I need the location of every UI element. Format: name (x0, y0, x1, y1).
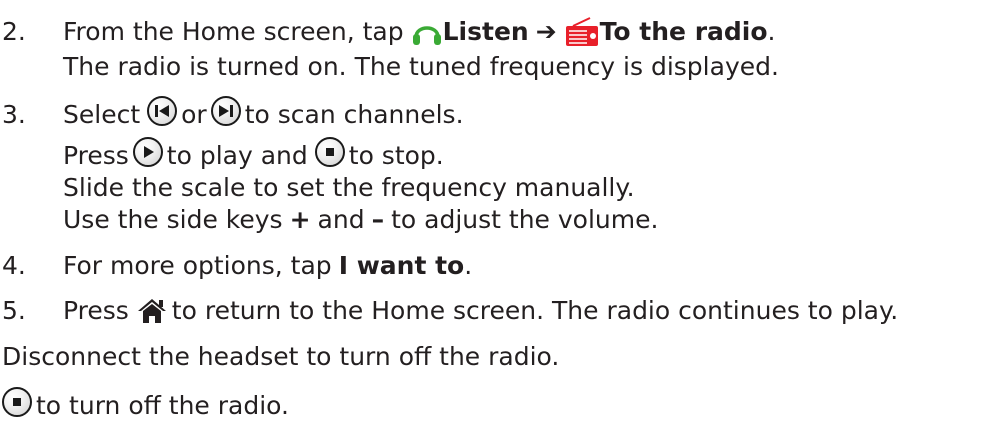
step-3-line-2: Press to play and to stop. (63, 137, 444, 171)
plus-key: + (289, 205, 311, 234)
radio-icon (564, 17, 600, 47)
play-icon (132, 137, 163, 167)
stop-text: to stop. (348, 141, 444, 170)
step-number: 5. (2, 296, 26, 325)
volume-text-a: Use the side keys (63, 205, 283, 234)
stop-icon (314, 137, 345, 167)
arrow: ➔ (535, 17, 557, 46)
step-text: From the Home screen, tap (63, 17, 404, 46)
stop-note-text: to turn off the radio. (36, 391, 289, 420)
play-text: to play and (166, 141, 308, 170)
to-the-radio-label: To the radio (599, 17, 768, 46)
stop-note: to turn off the radio. (2, 387, 289, 421)
step-3-line-4: Use the side keys + and – to adjust the … (63, 205, 658, 235)
listen-label: Listen (442, 17, 529, 46)
home-icon (136, 296, 168, 326)
step-number: 4. (2, 251, 26, 280)
press-text: Press (63, 141, 129, 170)
previous-icon (147, 96, 178, 126)
disconnect-note: Disconnect the headset to turn off the r… (2, 342, 560, 371)
i-want-to-label: I want to (338, 251, 465, 280)
and-text: and (317, 205, 365, 234)
options-text: For more options, tap (63, 251, 332, 280)
press-text: Press (63, 296, 129, 325)
step-number: 3. (2, 100, 26, 129)
step-number: 2. (2, 17, 26, 46)
headset-icon (411, 17, 443, 47)
or-text: or (181, 100, 207, 129)
volume-text-b: to adjust the volume. (391, 205, 659, 234)
next-icon (210, 96, 241, 126)
stop-icon (2, 387, 32, 417)
select-text: Select (63, 100, 141, 129)
period: . (464, 251, 473, 280)
home-return-text: to return to the Home screen. The radio … (171, 296, 899, 325)
minus-key: – (371, 205, 385, 234)
period: . (767, 17, 776, 46)
step-2-line-2: The radio is turned on. The tuned freque… (63, 52, 779, 81)
scan-text: to scan channels. (244, 100, 464, 129)
step-3-line-3: Slide the scale to set the frequency man… (63, 173, 635, 202)
